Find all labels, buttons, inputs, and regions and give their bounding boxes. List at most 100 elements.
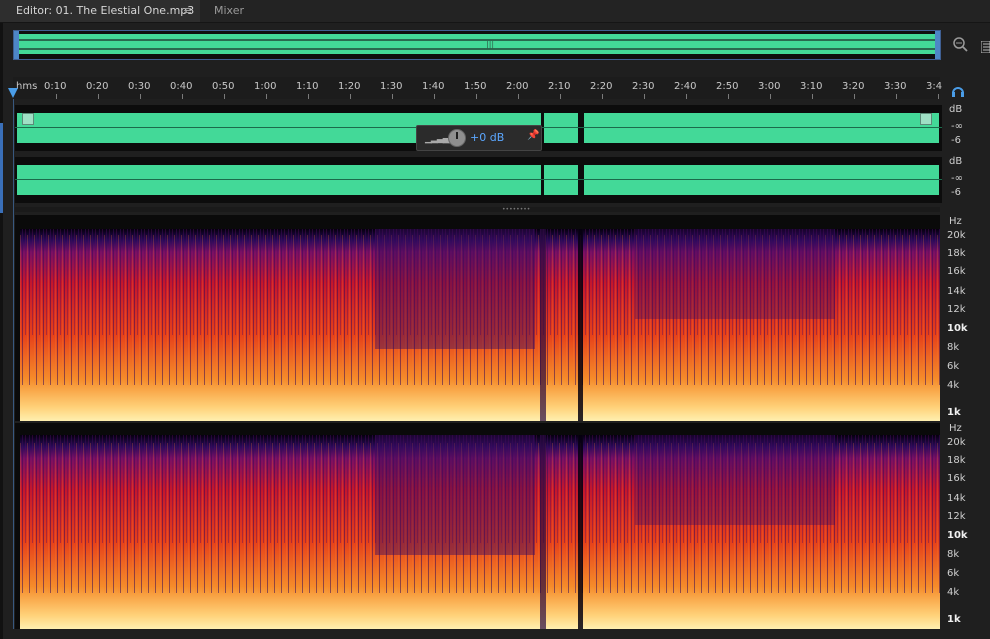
ruler-tick	[518, 94, 519, 99]
hz-tick-label: 12k	[947, 511, 966, 522]
waveform-channel-right[interactable]	[15, 157, 942, 203]
hz-tick-label: 20k	[947, 230, 966, 241]
amp-tick-6-top: -6	[951, 135, 961, 146]
hz-tick-label: 8k	[947, 342, 960, 353]
panel-menu-icon[interactable]	[980, 38, 990, 57]
ruler-tick	[224, 94, 225, 99]
hz-tick-label: 16k	[947, 266, 966, 277]
ruler-tick	[140, 94, 141, 99]
tab-editor[interactable]: Editor: 01. The Elestial One.mp3 ≡	[0, 0, 200, 22]
ruler-time-label: 1:10	[296, 81, 319, 92]
ruler-time-label: 3:4	[926, 81, 943, 92]
ruler-tick	[812, 94, 813, 99]
hz-tick-label: 20k	[947, 437, 966, 448]
hz-tick-label: 6k	[947, 568, 960, 579]
ruler-time-label: 0:10	[44, 81, 67, 92]
tab-menu-icon[interactable]: ≡	[183, 0, 192, 21]
hz-tick-label: 4k	[947, 380, 960, 391]
tab-editor-label: Editor: 01. The Elestial One.mp3	[16, 4, 195, 17]
spectral-view-left[interactable]	[15, 215, 940, 421]
hz-unit-label: Hz	[949, 423, 962, 434]
ruler-time-label: 2:10	[548, 81, 571, 92]
ruler-time-label: 0:30	[128, 81, 151, 92]
ruler-tick	[938, 94, 939, 99]
ruler-time-label: 1:20	[338, 81, 361, 92]
volume-value: +0 dB	[470, 131, 505, 144]
ruler-time-label: 3:20	[842, 81, 865, 92]
fade-out-handle[interactable]	[920, 113, 932, 125]
ruler-time-label: 3:00	[758, 81, 781, 92]
ruler-time-label: 0:40	[170, 81, 193, 92]
hz-tick-label: 1k	[947, 407, 961, 418]
ruler-tick	[182, 94, 183, 99]
overview-channel-line	[16, 39, 937, 41]
ruler-time-label: 1:50	[464, 81, 487, 92]
ruler-time-label: 2:30	[632, 81, 655, 92]
ruler-time-label: 2:20	[590, 81, 613, 92]
panel-focus-marker	[0, 123, 3, 213]
view-divider[interactable]	[15, 207, 940, 212]
overview-navigator[interactable]: |||	[13, 30, 941, 60]
amp-unit-bottom: dB	[949, 156, 963, 167]
overview-left-handle[interactable]	[14, 31, 19, 59]
ruler-tick	[560, 94, 561, 99]
waveform-centerline	[15, 179, 942, 180]
ruler-time-label: 2:50	[716, 81, 739, 92]
pin-icon[interactable]: 📌	[527, 130, 539, 141]
divider-grip-icon[interactable]: ••••••••	[502, 206, 530, 213]
ruler-tick	[266, 94, 267, 99]
hz-tick-label: 4k	[947, 587, 960, 598]
ruler-tick	[392, 94, 393, 99]
ruler-tick	[350, 94, 351, 99]
left-panel-edge	[0, 23, 3, 639]
ruler-tick	[896, 94, 897, 99]
headphones-icon[interactable]	[951, 82, 965, 101]
ruler-time-label: 1:30	[380, 81, 403, 92]
hz-tick-label: 14k	[947, 493, 966, 504]
tab-bar: Editor: 01. The Elestial One.mp3 ≡ Mixer	[0, 0, 990, 23]
overview-channel-line	[16, 48, 937, 50]
amp-tick-6-bottom: -6	[951, 187, 961, 198]
amp-tick-inf-top: -∞	[951, 121, 963, 132]
amp-tick-inf-bottom: -∞	[951, 173, 963, 184]
ruler-tick	[770, 94, 771, 99]
hz-tick-label: 1k	[947, 614, 961, 625]
hz-tick-label: 18k	[947, 248, 966, 259]
hz-tick-label: 18k	[947, 455, 966, 466]
hz-tick-label: 6k	[947, 361, 960, 372]
ruler-tick	[476, 94, 477, 99]
spectral-view-right[interactable]	[15, 423, 940, 629]
waveform-right	[17, 165, 939, 195]
ruler-tick	[56, 94, 57, 99]
playhead-marker[interactable]	[8, 88, 18, 98]
ruler-tick	[728, 94, 729, 99]
ruler-time-label: 1:00	[254, 81, 277, 92]
volume-hud[interactable]: ▁▂▃▄▅ +0 dB 📌	[416, 125, 542, 151]
ruler-time-label: 3:30	[884, 81, 907, 92]
ruler-tick	[434, 94, 435, 99]
hz-tick-label: 14k	[947, 286, 966, 297]
volume-knob[interactable]	[448, 129, 466, 147]
overview-grip-icon[interactable]: |||	[486, 40, 494, 49]
zoom-selection-icon[interactable]	[951, 35, 969, 57]
hz-unit-label: Hz	[949, 216, 962, 227]
ruler-time-label: 0:20	[86, 81, 109, 92]
hz-tick-label: 12k	[947, 304, 966, 315]
overview-waveform	[16, 34, 937, 54]
tab-mixer[interactable]: Mixer	[214, 0, 244, 22]
ruler-tick	[98, 94, 99, 99]
ruler-time-label: 2:00	[506, 81, 529, 92]
time-ruler[interactable]: hms 0:10 0:20 0:30 0:40 0:50 1:00 1:10 1:20 1:30…	[13, 77, 943, 99]
ruler-tick	[854, 94, 855, 99]
hz-tick-label: 10k	[947, 530, 968, 541]
fade-in-handle[interactable]	[22, 113, 34, 125]
playhead-line	[13, 99, 14, 629]
hz-tick-label: 16k	[947, 473, 966, 484]
hz-tick-label: 8k	[947, 549, 960, 560]
ruler-tick	[686, 94, 687, 99]
ruler-time-label: 2:40	[674, 81, 697, 92]
ruler-tick	[644, 94, 645, 99]
ruler-tick	[602, 94, 603, 99]
ruler-time-label: 1:40	[422, 81, 445, 92]
overview-right-handle[interactable]	[935, 31, 940, 59]
